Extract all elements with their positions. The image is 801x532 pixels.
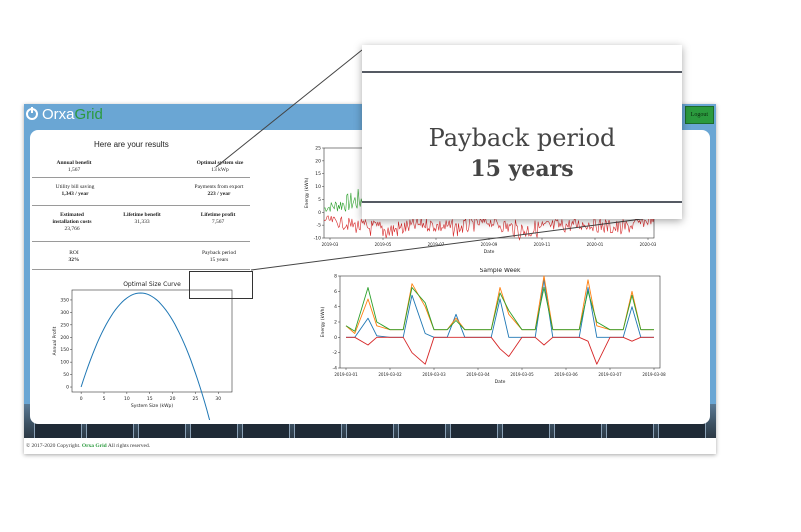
zoom-callout: Payback period 15 years: [362, 45, 682, 219]
zoom-connector-line: [250, 213, 681, 271]
zoom-payback-label: Payback period: [428, 124, 616, 152]
zoom-payback-value: 15 years: [470, 156, 574, 182]
zoom-connector-line: [215, 49, 363, 168]
zoom-divider-top: [362, 71, 682, 73]
zoom-divider-bottom: [362, 201, 682, 203]
